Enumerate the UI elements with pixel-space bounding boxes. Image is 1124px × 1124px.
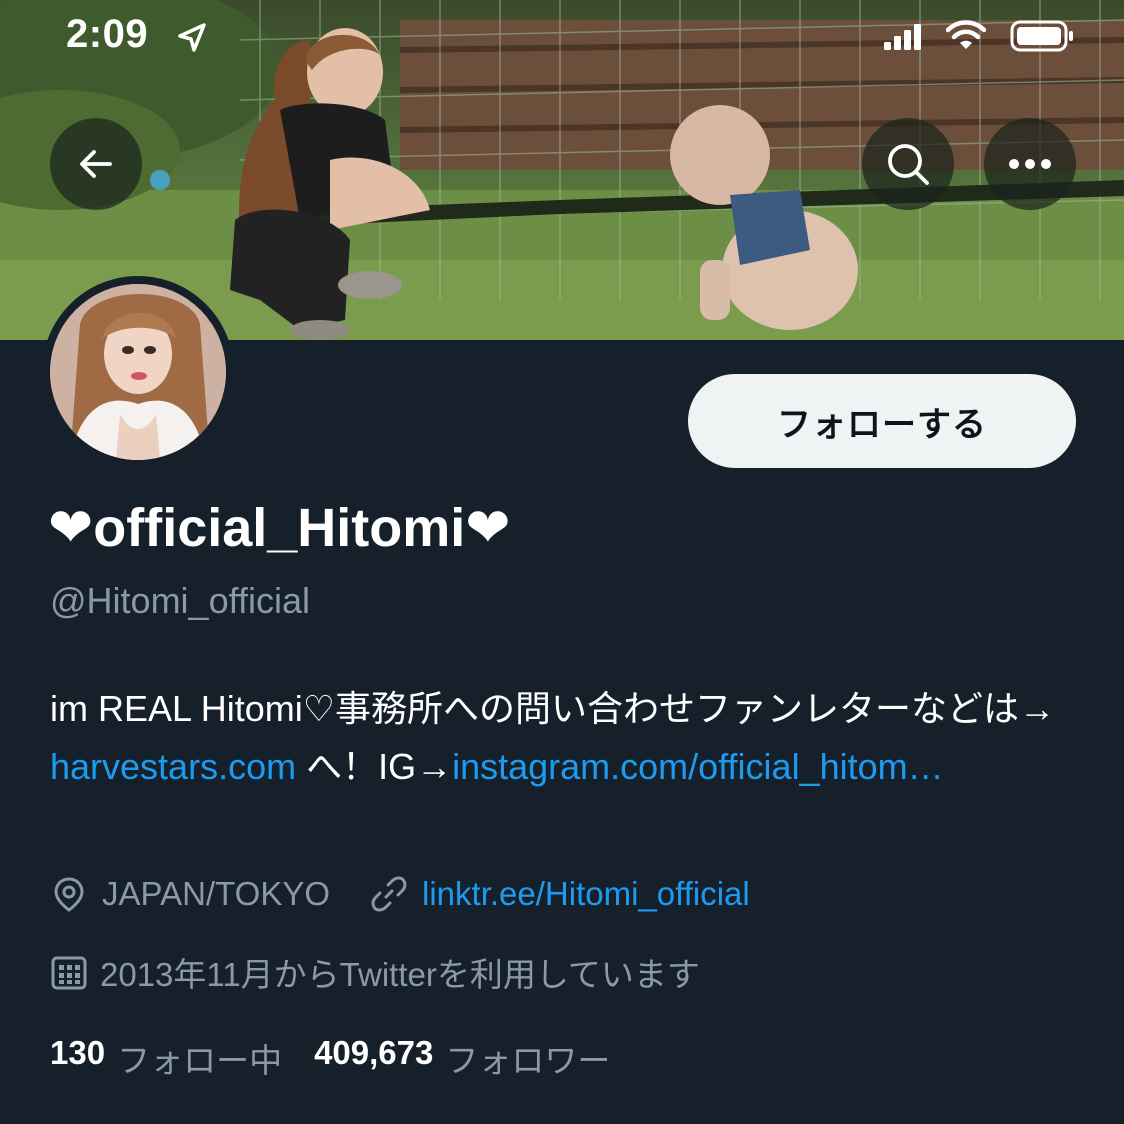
more-dots-icon: [1009, 159, 1051, 169]
avatar-photo: [50, 284, 226, 460]
location-pin-icon: [54, 877, 84, 912]
joined-date-row: 2013年11月からTwitterを利用しています: [50, 948, 700, 996]
search-icon: [888, 144, 929, 185]
bio: im REAL Hitomi♡事務所への問い合わせファンレターなどは→ harv…: [50, 680, 1090, 796]
display-name: ❤official_Hitomi❤: [48, 498, 511, 558]
bio-text: im REAL Hitomi♡事務所への問い合わせファンレターなどは→: [50, 688, 1055, 729]
profile-meta-row: JAPAN/TOKYO linktr.ee/Hitomi_official: [50, 870, 750, 918]
link-icon: [371, 876, 407, 912]
location-text: JAPAN/TOKYO: [102, 875, 331, 912]
following-count: 130: [50, 1034, 106, 1071]
battery-icon: [1010, 20, 1073, 52]
follow-button[interactable]: フォローする: [688, 374, 1076, 468]
calendar-icon: [51, 956, 87, 990]
wifi-icon: [946, 20, 986, 49]
location-arrow-icon: [178, 23, 206, 52]
bio-text: へ！IG→: [296, 746, 453, 787]
joined-date-text: 2013年11月からTwitterを利用しています: [100, 956, 700, 993]
profile-screen: 2:09 フォローする ❤official_Hitomi❤ @Hitomi_of…: [0, 0, 1124, 1124]
following-label: フォロー中: [117, 1042, 283, 1079]
status-time: 2:09: [66, 12, 149, 56]
search-button[interactable]: [862, 118, 954, 210]
bio-link-harvestars[interactable]: harvestars.com: [50, 746, 296, 787]
back-button[interactable]: [50, 118, 142, 210]
following-stat[interactable]: 130 フォロー中: [50, 1034, 282, 1082]
cellular-signal-icon: [884, 24, 921, 50]
more-options-button[interactable]: [984, 118, 1076, 210]
status-bar: 2:09: [0, 0, 1124, 72]
website-link[interactable]: linktr.ee/Hitomi_official: [422, 875, 750, 913]
user-handle: @Hitomi_official: [50, 580, 310, 621]
arrow-left-icon: [80, 150, 112, 178]
followers-label: フォロワー: [445, 1042, 611, 1079]
follow-stats-row: 130 フォロー中 409,673 フォロワー: [50, 1034, 610, 1082]
followers-stat[interactable]: 409,673 フォロワー: [314, 1034, 610, 1082]
followers-count: 409,673: [314, 1034, 434, 1071]
avatar-image: [50, 284, 226, 460]
avatar[interactable]: [42, 276, 234, 468]
bio-link-instagram[interactable]: instagram.com/official_hitom…: [452, 746, 944, 787]
